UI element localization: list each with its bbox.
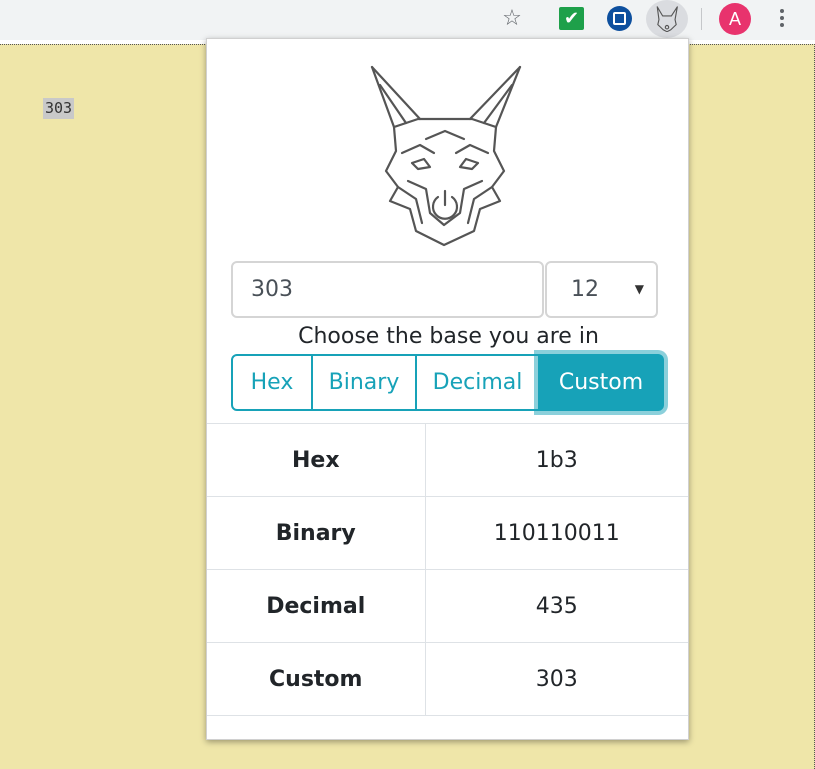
binary-base-button[interactable]: Binary — [311, 354, 417, 411]
base-button-group: Hex Binary Decimal Custom — [231, 354, 664, 411]
selected-number-text: 303 — [43, 98, 75, 119]
fox-mini-icon — [656, 6, 678, 32]
table-row: Custom 303 — [207, 642, 688, 716]
blue-square-extension-icon[interactable] — [607, 6, 632, 31]
table-row: Decimal 435 — [207, 569, 688, 643]
hex-base-button[interactable]: Hex — [231, 354, 313, 411]
number-input[interactable] — [231, 261, 544, 318]
result-label: Binary — [207, 496, 426, 570]
bookmark-star-icon[interactable]: ☆ — [496, 0, 528, 36]
result-value: 435 — [425, 569, 688, 643]
fox-head-icon — [370, 65, 522, 247]
extension-popup: 12 ▼ Choose the base you are in Hex Bina… — [206, 38, 689, 740]
base-select-value: 12 — [571, 277, 599, 302]
result-value: 303 — [425, 642, 688, 716]
base-select[interactable]: 12 ▼ — [545, 261, 658, 318]
result-label: Hex — [207, 423, 426, 497]
table-row: Hex 1b3 — [207, 423, 688, 497]
dropdown-arrow-icon: ▼ — [634, 282, 644, 296]
browser-toolbar: ☆ ✔ A — [0, 0, 815, 40]
result-value: 1b3 — [425, 423, 688, 497]
kebab-menu-icon[interactable] — [770, 0, 794, 36]
green-check-extension-icon[interactable]: ✔ — [559, 7, 584, 30]
custom-base-button[interactable]: Custom — [538, 354, 664, 411]
decimal-base-button[interactable]: Decimal — [415, 354, 540, 411]
result-value: 110110011 — [425, 496, 688, 570]
profile-avatar[interactable]: A — [719, 3, 751, 35]
base-prompt: Choose the base you are in — [298, 324, 599, 349]
conversion-results-table: Hex 1b3 Binary 110110011 Decimal 435 Cus… — [207, 423, 688, 716]
fox-extension-icon[interactable] — [646, 0, 688, 38]
table-row: Binary 110110011 — [207, 496, 688, 570]
toolbar-separator — [701, 8, 702, 30]
result-label: Custom — [207, 642, 426, 716]
result-label: Decimal — [207, 569, 426, 643]
